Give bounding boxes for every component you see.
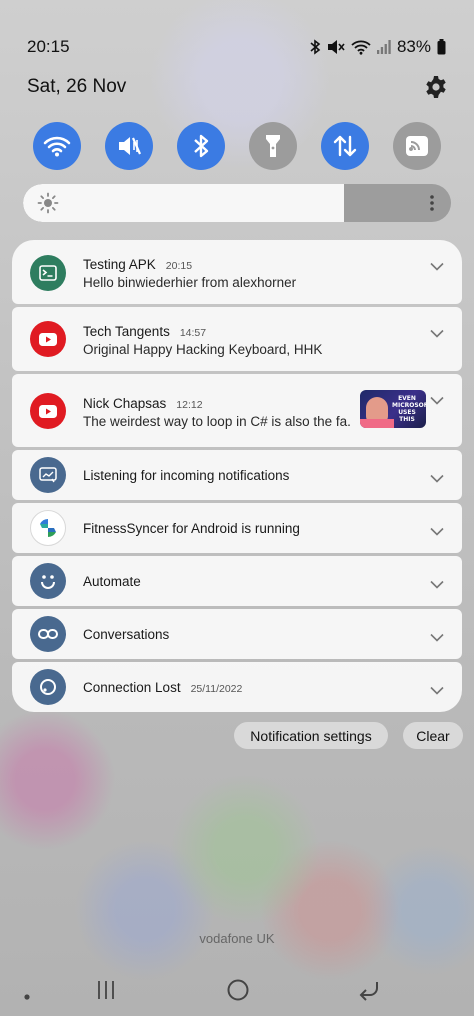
video-thumbnail[interactable]: EVEN MICROSOFT USES THIS (360, 390, 426, 428)
link-icon (30, 616, 66, 652)
chevron-down-icon[interactable] (430, 576, 444, 594)
chevron-down-icon[interactable] (430, 629, 444, 647)
notification-fitnesssyncer[interactable]: FitnessSyncer for Android is running (12, 503, 462, 553)
home-button[interactable] (226, 978, 250, 1007)
message: Conversations (83, 627, 170, 642)
wifi-icon (43, 136, 71, 157)
time: 12:12 (176, 399, 203, 411)
flashlight-icon (266, 135, 280, 157)
recent-apps-button[interactable] (96, 979, 116, 1006)
message: Hello binwiederhier from alexhorner (83, 275, 297, 290)
notification-conversations[interactable]: Conversations (12, 609, 462, 659)
more-options-icon[interactable] (429, 194, 435, 217)
chevron-down-icon[interactable] (430, 258, 444, 276)
chevron-down-icon[interactable] (430, 392, 444, 410)
brightness-slider[interactable] (23, 184, 451, 222)
notification-automate[interactable]: Automate (12, 556, 462, 606)
message: Listening for incoming notifications (83, 468, 290, 483)
chevron-down-icon[interactable] (430, 325, 444, 343)
app-name: Tech Tangents (83, 324, 170, 339)
terminal-icon (30, 255, 66, 291)
smiley-icon (30, 563, 66, 599)
mobile-data-toggle[interactable] (321, 122, 369, 170)
navigation-bar (0, 975, 474, 1005)
chevron-down-icon[interactable] (430, 523, 444, 541)
app-name: Nick Chapsas (83, 396, 167, 411)
message: Original Happy Hacking Keyboard, HHK (83, 342, 323, 357)
sound-toggle[interactable] (105, 122, 153, 170)
bluetooth-icon (194, 134, 209, 158)
message: FitnessSyncer for Android is running (83, 521, 300, 536)
message: The weirdest way to loop in C# is also t… (83, 414, 351, 429)
date-label: Sat, 26 Nov (27, 76, 127, 97)
fitnesssyncer-icon (30, 510, 66, 546)
notification-tech-tangents[interactable]: Tech Tangents 14:57 Original Happy Hackin… (12, 307, 462, 371)
message: Automate (83, 574, 141, 589)
time: 14:57 (179, 327, 207, 339)
app-name: Connection Lost (83, 680, 181, 695)
youtube-icon (30, 393, 66, 429)
mute-icon (119, 137, 142, 155)
thumbnail-caption: EVEN MICROSOFT USES THIS (392, 395, 426, 423)
thumbnail-shirt (360, 419, 394, 428)
mute-icon (327, 39, 345, 55)
time: 20:15 (165, 260, 193, 272)
wifi-toggle[interactable] (33, 122, 81, 170)
notification-listening[interactable]: Listening for incoming notifications (12, 450, 462, 500)
data-arrows-icon (333, 135, 357, 157)
circle-icon (30, 669, 66, 705)
app-name: Testing APK (83, 257, 156, 272)
wifi-icon (351, 39, 371, 55)
signal-icon (376, 39, 391, 55)
back-button[interactable] (358, 979, 380, 1006)
battery-level: 83% (396, 37, 431, 56)
chevron-down-icon[interactable] (430, 470, 444, 488)
dot-icon (24, 987, 30, 1005)
sun-icon (37, 192, 59, 219)
flashlight-toggle[interactable] (249, 122, 297, 170)
quick-settings-row (33, 122, 441, 170)
notification-nick-chapsas[interactable]: Nick Chapsas 12:12 The weirdest way to lo… (12, 374, 462, 447)
time: 25/11/2022 (190, 683, 243, 695)
bluetooth-icon (309, 39, 321, 55)
notification-testing-apk[interactable]: Testing APK 20:15 Hello binwiederhier fro… (12, 240, 462, 304)
clear-button[interactable]: Clear (403, 722, 463, 749)
notification-connection-lost[interactable]: Connection Lost 25/11/2022 (12, 662, 462, 712)
gear-icon[interactable] (424, 75, 448, 99)
battery-icon (437, 39, 446, 55)
brightness-fill (23, 184, 344, 222)
status-bar: 20:15 83% (27, 36, 446, 58)
message-icon (30, 457, 66, 493)
notification-settings-button[interactable]: Notification settings (234, 722, 388, 749)
youtube-icon (30, 321, 66, 357)
cast-toggle[interactable] (393, 122, 441, 170)
carrier-label: vodafone UK (199, 931, 275, 946)
bluetooth-toggle[interactable] (177, 122, 225, 170)
cast-icon (406, 136, 428, 156)
clock: 20:15 (27, 37, 70, 56)
chevron-down-icon[interactable] (430, 682, 444, 700)
date-row: Sat, 26 Nov (27, 74, 448, 100)
